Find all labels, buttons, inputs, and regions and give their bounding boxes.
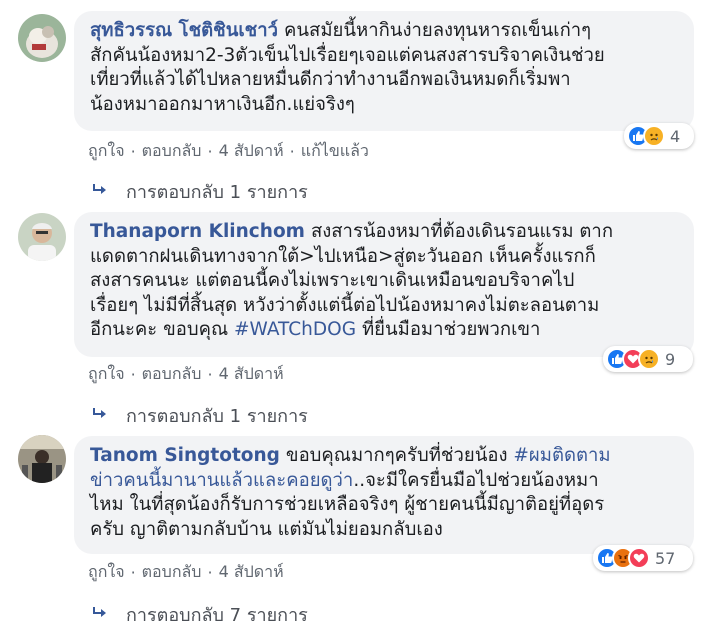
comment-text: สักคันน้องหมา2-3ตัวเข็นไปเรื่อยๆเจอแต่คน… [90, 44, 605, 66]
reply-arrow-icon [92, 182, 108, 201]
comment-text: น้องหมาออกมาหาเงินอีก.แย่จริงๆ [90, 93, 355, 115]
separator: · [130, 563, 136, 582]
timestamp[interactable]: 4 สัปดาห์ [219, 362, 284, 387]
separator: · [207, 142, 213, 161]
view-replies-label: การตอบกลับ 7 รายการ [126, 605, 308, 626]
reaction-count: 57 [655, 548, 676, 568]
comment-text: เที่ยวที่แล้วได้ไปหลายหมื่นดีกว่าทำงานอี… [90, 69, 571, 90]
reply-arrow-icon [92, 605, 108, 624]
like-link[interactable]: ถูกใจ [88, 560, 125, 585]
view-replies-label: การตอบกลับ 1 รายการ [126, 182, 308, 203]
comment-text: ไหม ในที่สุดน้องก็รับการช่วยเหลือจริงๆ ผ… [90, 494, 605, 515]
comment-actions: ถูกใจ · ตอบกลับ · 4 สัปดาห์ [88, 362, 284, 387]
comment-text: แดดตากฝนเดินทางจากใต้>ไปเหนือ>สู่ตะวันออ… [90, 245, 596, 267]
comment-text: ครับ ญาติตามกลับบ้าน แต่มันไม่ยอมกลับเอง [90, 518, 443, 540]
sad-icon [643, 125, 665, 147]
timestamp[interactable]: 4 สัปดาห์ [219, 560, 284, 585]
comment-text: อีกนะคะ ขอบคุณ [90, 319, 229, 340]
separator: · [207, 563, 213, 582]
sad-icon [638, 348, 660, 370]
separator: · [289, 142, 295, 161]
edited-label[interactable]: แก้ไขแล้ว [301, 139, 369, 164]
avatar[interactable] [18, 14, 66, 62]
timestamp[interactable]: 4 สัปดาห์ [219, 139, 284, 164]
comment-bubble: สุทธิวรรณ โชติชินเชาว์ คนสมัยนี้หากินง่าย… [74, 11, 694, 131]
reaction-summary[interactable]: 4 [624, 123, 694, 149]
separator: · [130, 365, 136, 384]
comment-actions: ถูกใจ · ตอบกลับ · 4 สัปดาห์ · แก้ไขแล้ว [88, 139, 369, 164]
comment-actions: ถูกใจ · ตอบกลับ · 4 สัปดาห์ [88, 560, 284, 585]
reaction-count: 4 [670, 126, 681, 146]
comment-text: สงสารคนนะ แต่ตอนนี้คงไม่เพราะเขาเดินเหมื… [90, 270, 575, 291]
comment-text: ที่ยื่นมือมาช่วยพวกเขา [361, 319, 541, 340]
author-name[interactable]: สุทธิวรรณ โชติชินเชาว์ [90, 20, 278, 41]
hashtag-link[interactable]: #WATChDOG [234, 319, 356, 340]
comment-text: เรื่อยๆ ไม่มีที่สิ้นสุด หวังว่าตั้งแต่นี… [90, 294, 600, 316]
comment-bubble: Thanaporn Klinchom สงสารน้องหมาที่ต้องเดิ… [74, 212, 694, 357]
hashtag-link[interactable]: #ผมติดตาม [513, 445, 610, 466]
like-link[interactable]: ถูกใจ [88, 362, 125, 387]
reaction-count: 9 [665, 349, 676, 369]
view-replies-label: การตอบกลับ 1 รายการ [126, 406, 308, 427]
reply-arrow-icon [92, 406, 108, 425]
comment-text: คนสมัยนี้หากินง่ายลงทุนหารถเข็นเก่าๆ [284, 20, 592, 41]
avatar[interactable] [18, 435, 66, 483]
author-name[interactable]: Thanaporn Klinchom [90, 221, 305, 242]
view-replies[interactable]: การตอบกลับ 7 รายการ [92, 600, 308, 629]
like-link[interactable]: ถูกใจ [88, 139, 125, 164]
reaction-summary[interactable]: 57 [593, 545, 693, 571]
avatar[interactable] [18, 213, 66, 261]
view-replies[interactable]: การตอบกลับ 1 รายการ [92, 401, 308, 430]
separator: · [207, 365, 213, 384]
reply-link[interactable]: ตอบกลับ [142, 560, 202, 585]
reply-link[interactable]: ตอบกลับ [142, 362, 202, 387]
view-replies[interactable]: การตอบกลับ 1 รายการ [92, 177, 308, 206]
comment-text: สงสารน้องหมาที่ต้องเดินรอนแรม ตาก [310, 221, 614, 242]
comment-bubble: Tanom Singtotong ขอบคุณมากๆครับที่ช่วยน้อ… [74, 436, 694, 554]
comment-text: ..จะมีใครยื่นมือไปช่วยน้องหมา [353, 469, 599, 491]
comment-text: ขอบคุณมากๆครับที่ช่วยน้อง [285, 445, 508, 466]
reply-link[interactable]: ตอบกลับ [142, 139, 202, 164]
love-icon [628, 547, 650, 569]
reaction-summary[interactable]: 9 [603, 346, 693, 372]
hashtag-link[interactable]: ข่าวคนนี้มานานแล้วและคอยดูว่า [90, 470, 353, 491]
author-name[interactable]: Tanom Singtotong [90, 445, 280, 466]
separator: · [130, 142, 136, 161]
